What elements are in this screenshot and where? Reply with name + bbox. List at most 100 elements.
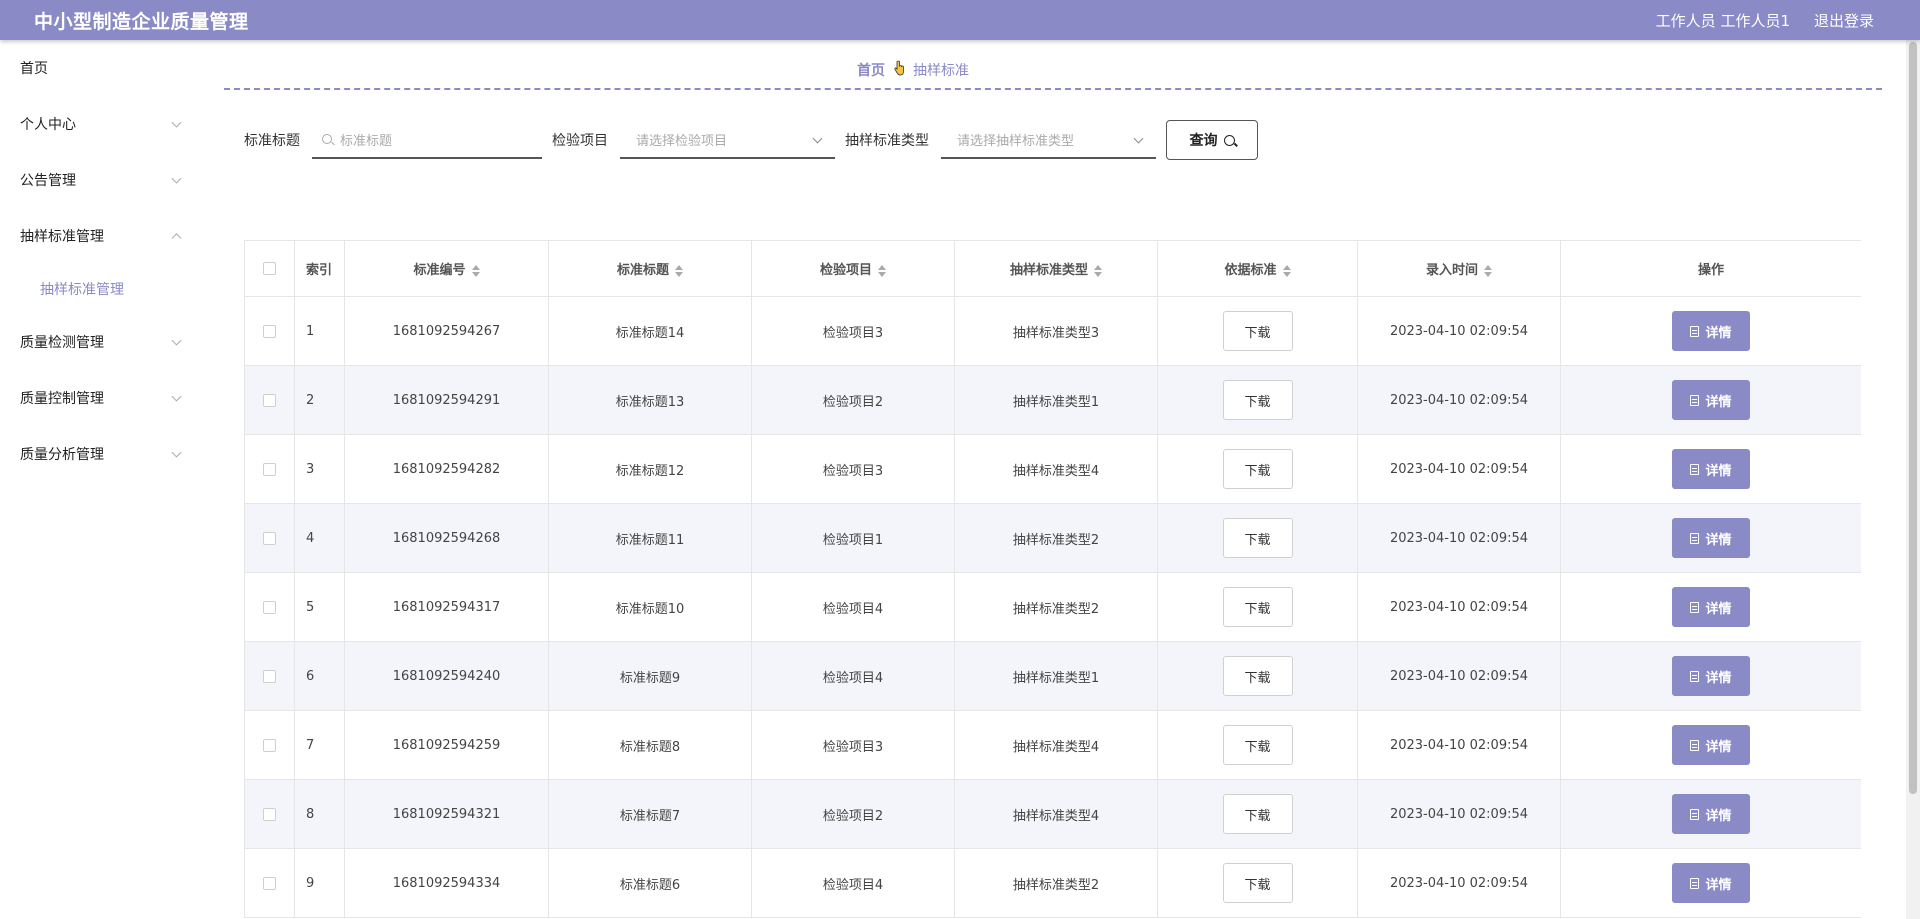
query-button[interactable]: 查询 <box>1166 120 1258 160</box>
document-icon <box>1690 325 1700 337</box>
download-button[interactable]: 下载 <box>1222 725 1293 765</box>
detail-button[interactable]: 详情 <box>1672 449 1750 489</box>
download-button[interactable]: 下载 <box>1222 587 1293 627</box>
download-button[interactable]: 下载 <box>1222 656 1293 696</box>
time-cell: 2023-04-10 02:09:54 <box>1357 710 1561 780</box>
sort-icon[interactable] <box>471 264 480 277</box>
detail-button-label: 详情 <box>1705 462 1732 478</box>
code-cell: 1681092594267 <box>344 296 549 366</box>
document-icon <box>1690 601 1700 613</box>
sidebar-item-label: 质量控制管理 <box>20 391 104 407</box>
download-button[interactable]: 下载 <box>1222 380 1293 420</box>
item-cell: 检验项目4 <box>751 641 955 711</box>
column-header-time[interactable]: 录入时间 <box>1357 240 1561 297</box>
sidebar-item-personal-center[interactable]: 个人中心 <box>0 96 200 152</box>
table-row: 4 1681092594268 标准标题11 检验项目1 抽样标准类型2 下载 … <box>244 503 1861 573</box>
download-button[interactable]: 下载 <box>1222 311 1293 351</box>
detail-button[interactable]: 详情 <box>1672 863 1750 903</box>
detail-button[interactable]: 详情 <box>1672 725 1750 765</box>
table-row: 1 1681092594267 标准标题14 检验项目3 抽样标准类型3 下载 … <box>244 296 1861 366</box>
index-cell: 1 <box>294 296 345 366</box>
chevron-down-icon <box>812 133 823 144</box>
download-button[interactable]: 下载 <box>1222 518 1293 558</box>
column-header-title[interactable]: 标准标题 <box>548 240 752 297</box>
select-all-checkbox[interactable] <box>263 262 276 275</box>
code-cell: 1681092594282 <box>344 434 549 504</box>
row-select-cell <box>244 848 295 918</box>
row-checkbox[interactable] <box>263 600 276 614</box>
type-filter-label: 抽样标准类型 <box>845 133 929 149</box>
actions-cell: 详情 <box>1560 365 1861 435</box>
detail-button[interactable]: 详情 <box>1672 794 1750 834</box>
chevron-down-icon <box>171 391 182 402</box>
index-cell: 5 <box>294 572 345 642</box>
table-row: 8 1681092594321 标准标题7 检验项目2 抽样标准类型4 下载 2… <box>244 779 1861 849</box>
column-header-basis[interactable]: 依据标准 <box>1157 240 1358 297</box>
type-cell: 抽样标准类型4 <box>954 779 1158 849</box>
sidebar-item-quality-control[interactable]: 质量控制管理 <box>0 370 200 426</box>
type-cell: 抽样标准类型1 <box>954 365 1158 435</box>
detail-button-label: 详情 <box>1705 738 1732 754</box>
row-checkbox[interactable] <box>263 876 276 890</box>
index-cell: 4 <box>294 503 345 573</box>
sidebar-item-label: 首页 <box>20 61 48 77</box>
sort-icon[interactable] <box>878 264 886 277</box>
page-scrollbar[interactable] <box>1906 40 1920 919</box>
chevron-up-icon <box>171 233 182 244</box>
row-checkbox[interactable] <box>263 531 276 545</box>
code-cell: 1681092594317 <box>344 572 549 642</box>
detail-button[interactable]: 详情 <box>1672 518 1750 558</box>
title-search-input[interactable]: 标准标题 <box>312 121 542 159</box>
detail-button-label: 详情 <box>1705 807 1732 823</box>
actions-cell: 详情 <box>1560 503 1861 573</box>
time-cell: 2023-04-10 02:09:54 <box>1357 572 1561 642</box>
detail-button[interactable]: 详情 <box>1672 380 1750 420</box>
column-header-label: 操作 <box>1697 263 1724 278</box>
index-cell: 8 <box>294 779 345 849</box>
sidebar-item-sampling-standards[interactable]: 抽样标准管理 <box>0 208 200 264</box>
detail-button-label: 详情 <box>1705 669 1732 685</box>
detail-button-label: 详情 <box>1705 393 1732 409</box>
row-checkbox[interactable] <box>263 324 276 338</box>
detail-button[interactable]: 详情 <box>1672 656 1750 696</box>
row-checkbox[interactable] <box>263 393 276 407</box>
chevron-down-icon <box>171 117 182 128</box>
document-icon <box>1690 808 1700 820</box>
sort-icon[interactable] <box>1484 264 1492 277</box>
sort-icon[interactable] <box>1282 264 1291 277</box>
column-header-item[interactable]: 检验项目 <box>751 240 955 297</box>
row-checkbox[interactable] <box>263 669 276 683</box>
document-icon <box>1690 394 1700 406</box>
basis-cell: 下载 <box>1157 365 1358 435</box>
document-icon <box>1690 739 1700 751</box>
column-header-code[interactable]: 标准编号 <box>344 240 549 297</box>
sidebar-subitem-label: 抽样标准管理 <box>40 282 124 298</box>
sidebar-item-quality-analysis[interactable]: 质量分析管理 <box>0 426 200 482</box>
row-select-cell <box>244 710 295 780</box>
row-checkbox[interactable] <box>263 462 276 476</box>
download-button[interactable]: 下载 <box>1222 863 1293 903</box>
column-header-type[interactable]: 抽样标准类型 <box>954 240 1158 297</box>
download-button[interactable]: 下载 <box>1222 449 1293 489</box>
sidebar-item-home[interactable]: 首页 <box>0 40 200 96</box>
inspection-item-select[interactable]: 请选择检验项目 <box>620 121 835 159</box>
sidebar-item-quality-inspection[interactable]: 质量检测管理 <box>0 314 200 370</box>
detail-button[interactable]: 详情 <box>1672 311 1750 351</box>
sort-icon[interactable] <box>675 264 683 277</box>
sidebar-item-label: 质量分析管理 <box>20 447 104 463</box>
row-checkbox[interactable] <box>263 807 276 821</box>
logout-link[interactable]: 退出登录 <box>1814 10 1874 31</box>
breadcrumb-home[interactable]: 首页 <box>857 60 885 80</box>
time-cell: 2023-04-10 02:09:54 <box>1357 296 1561 366</box>
sidebar-item-label: 个人中心 <box>20 117 76 133</box>
detail-button[interactable]: 详情 <box>1672 587 1750 627</box>
sampling-type-select[interactable]: 请选择抽样标准类型 <box>941 121 1156 159</box>
sidebar-item-announcements[interactable]: 公告管理 <box>0 152 200 208</box>
scrollbar-thumb[interactable] <box>1909 42 1917 794</box>
sort-icon[interactable] <box>1094 264 1102 277</box>
download-button[interactable]: 下载 <box>1222 794 1293 834</box>
column-header-actions: 操作 <box>1560 240 1861 297</box>
row-select-cell <box>244 779 295 849</box>
sidebar-subitem-sampling-standards[interactable]: 抽样标准管理 <box>0 264 200 314</box>
row-checkbox[interactable] <box>263 738 276 752</box>
